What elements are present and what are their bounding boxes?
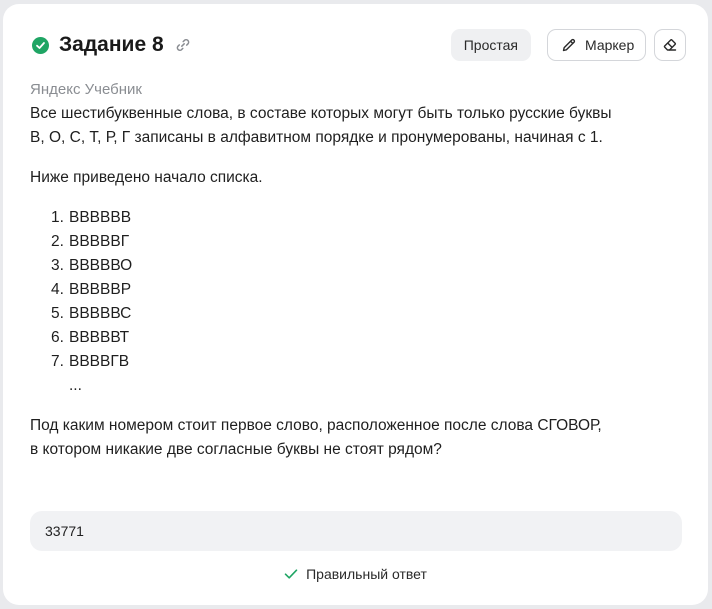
list-item: 1. ВВВВВВ xyxy=(51,209,132,226)
list-item: 5. ВВВВВС xyxy=(51,305,132,322)
question-line: в котором никакие две согласные буквы не… xyxy=(30,441,442,458)
question-line: Под каким номером стоит первое слово, ра… xyxy=(30,417,602,434)
list-item: 6. ВВВВВТ xyxy=(51,329,130,346)
eraser-button[interactable] xyxy=(654,29,686,61)
task-title: Задание 8 xyxy=(59,33,164,56)
pencil-icon xyxy=(561,37,577,53)
task-question: Под каким номером стоит первое слово, ра… xyxy=(30,414,602,462)
result-label: Правильный ответ xyxy=(306,566,427,582)
task-card: Задание 8 Простая Маркер Яндекс Учебник … xyxy=(3,4,708,605)
answer-field[interactable]: 33771 xyxy=(30,511,682,551)
checkmark-icon xyxy=(284,567,298,581)
link-icon[interactable] xyxy=(174,36,192,54)
list-item: 7. ВВВВГВ xyxy=(51,353,130,370)
result-status: Правильный ответ xyxy=(3,566,708,582)
list-item: 3. ВВВВВО xyxy=(51,257,133,274)
list-item: 2. ВВВВВГ xyxy=(51,233,130,250)
answer-value: 33771 xyxy=(45,523,84,539)
list-intro: Ниже приведено начало списка. xyxy=(30,169,263,186)
eraser-icon xyxy=(662,37,678,53)
marker-button[interactable]: Маркер xyxy=(547,29,646,61)
list-item: 4. ВВВВВР xyxy=(51,281,132,298)
statement-line: В, О, С, Т, Р, Г записаны в алфавитном п… xyxy=(30,129,603,146)
difficulty-badge: Простая xyxy=(450,29,531,61)
marker-label: Маркер xyxy=(585,37,635,53)
task-header: Задание 8 Простая Маркер xyxy=(30,28,686,62)
list-ellipsis: ... xyxy=(69,377,82,394)
word-list: 1. ВВВВВВ 2. ВВВВВГ 3. ВВВВВО 4. ВВВВВР 5. ВВ… xyxy=(51,206,132,398)
source-label: Яндекс Учебник xyxy=(30,81,142,98)
check-circle-icon xyxy=(32,36,49,54)
task-statement: Все шестибуквенные слова, в составе кото… xyxy=(30,102,612,150)
statement-line: Все шестибуквенные слова, в составе кото… xyxy=(30,105,612,122)
